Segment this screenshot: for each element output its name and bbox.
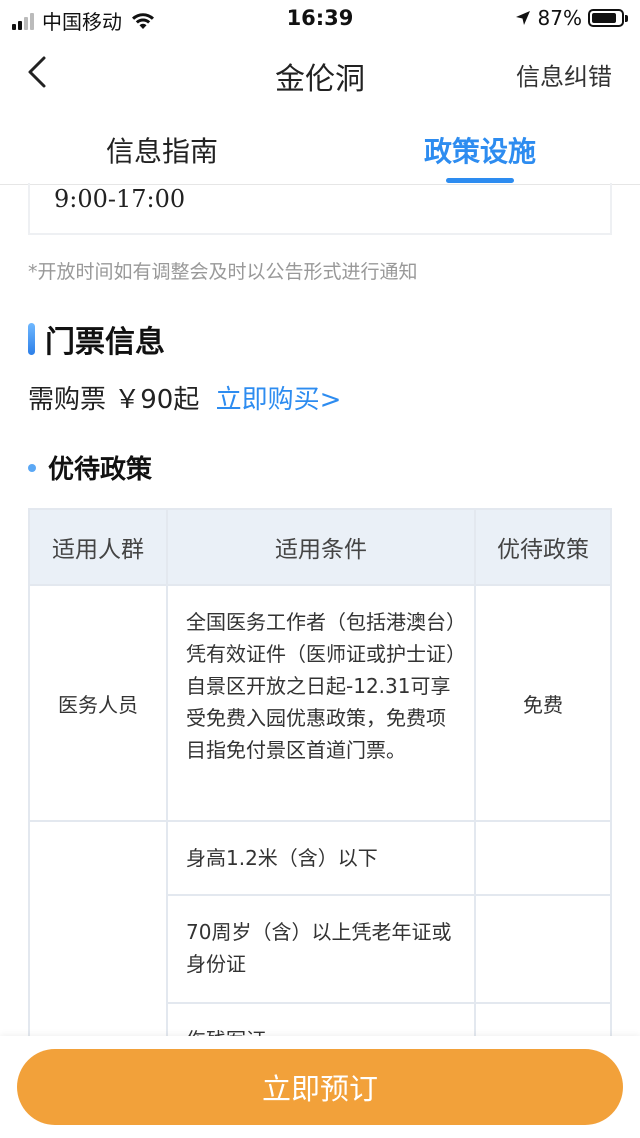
battery-cap xyxy=(625,14,628,22)
cell-policy: 免费 xyxy=(476,586,610,822)
header-condition: 适用条件 xyxy=(168,510,476,586)
opening-hours-box: 9:00-17:00 xyxy=(28,183,612,235)
status-right: 87% xyxy=(514,6,628,30)
discount-section-title: 优待政策 xyxy=(48,455,153,485)
ticket-price: 需购票 ￥90起 xyxy=(28,385,200,415)
report-error-button[interactable]: 信息纠错 xyxy=(516,57,612,92)
cell-condition: 全国医务工作者（包括港澳台）凭有效证件（医师证或护士证）自景区开放之日起-12.… xyxy=(168,586,476,822)
bottom-bar: 立即预订 xyxy=(0,1036,640,1138)
status-bar: 中国移动 16:39 87% xyxy=(0,0,640,36)
sub-rows: 身高1.2米（含）以下 70周岁（含）以上凭老年证或身份证 伤残军证 xyxy=(168,822,610,1064)
battery-fill xyxy=(592,13,616,23)
tab-policy-facilities[interactable]: 政策设施 xyxy=(424,130,536,170)
discount-section-header: 优待政策 xyxy=(28,449,152,486)
cell-policy xyxy=(476,822,610,896)
nav-bar: 金伦洞 信息纠错 xyxy=(0,36,640,108)
tab-bar: 信息指南 政策设施 xyxy=(0,108,640,185)
book-now-button[interactable]: 立即预订 xyxy=(17,1049,623,1125)
opening-hours: 9:00-17:00 xyxy=(54,185,186,213)
table-row: 70周岁（含）以上凭老年证或身份证 xyxy=(168,896,610,1004)
battery-percent: 87% xyxy=(537,6,582,30)
location-arrow-icon xyxy=(515,11,530,25)
hours-notice: *开放时间如有调整会及时以公告形式进行通知 xyxy=(28,261,418,283)
cell-group: 医务人员 xyxy=(30,586,168,822)
bullet-dot xyxy=(28,463,36,472)
ticket-section-header: 门票信息 xyxy=(28,317,165,361)
cell-condition: 身高1.2米（含）以下 xyxy=(168,822,476,896)
ticket-price-row: 需购票 ￥90起 立即购买> xyxy=(28,379,341,416)
table-header-row: 适用人群 适用条件 优待政策 xyxy=(30,510,610,586)
header-group: 适用人群 xyxy=(30,510,168,586)
battery-icon xyxy=(588,9,624,27)
merged-group-cell xyxy=(30,822,168,1052)
table-row: 医务人员 全国医务工作者（包括港澳台）凭有效证件（医师证或护士证）自景区开放之日… xyxy=(30,586,610,822)
table-row: 身高1.2米（含）以下 xyxy=(168,822,610,896)
header-policy: 优待政策 xyxy=(476,510,610,586)
tab-info-guide[interactable]: 信息指南 xyxy=(106,130,218,170)
table-row-group: 身高1.2米（含）以下 70周岁（含）以上凭老年证或身份证 伤残军证 xyxy=(30,822,610,1064)
cell-condition: 70周岁（含）以上凭老年证或身份证 xyxy=(168,896,476,1004)
buy-now-link[interactable]: 立即购买> xyxy=(216,385,342,415)
cell-policy xyxy=(476,896,610,1004)
ticket-section-title: 门票信息 xyxy=(45,325,165,360)
discount-table: 适用人群 适用条件 优待政策 医务人员 全国医务工作者（包括港澳台）凭有效证件（… xyxy=(28,508,612,1066)
section-bar xyxy=(28,323,35,355)
